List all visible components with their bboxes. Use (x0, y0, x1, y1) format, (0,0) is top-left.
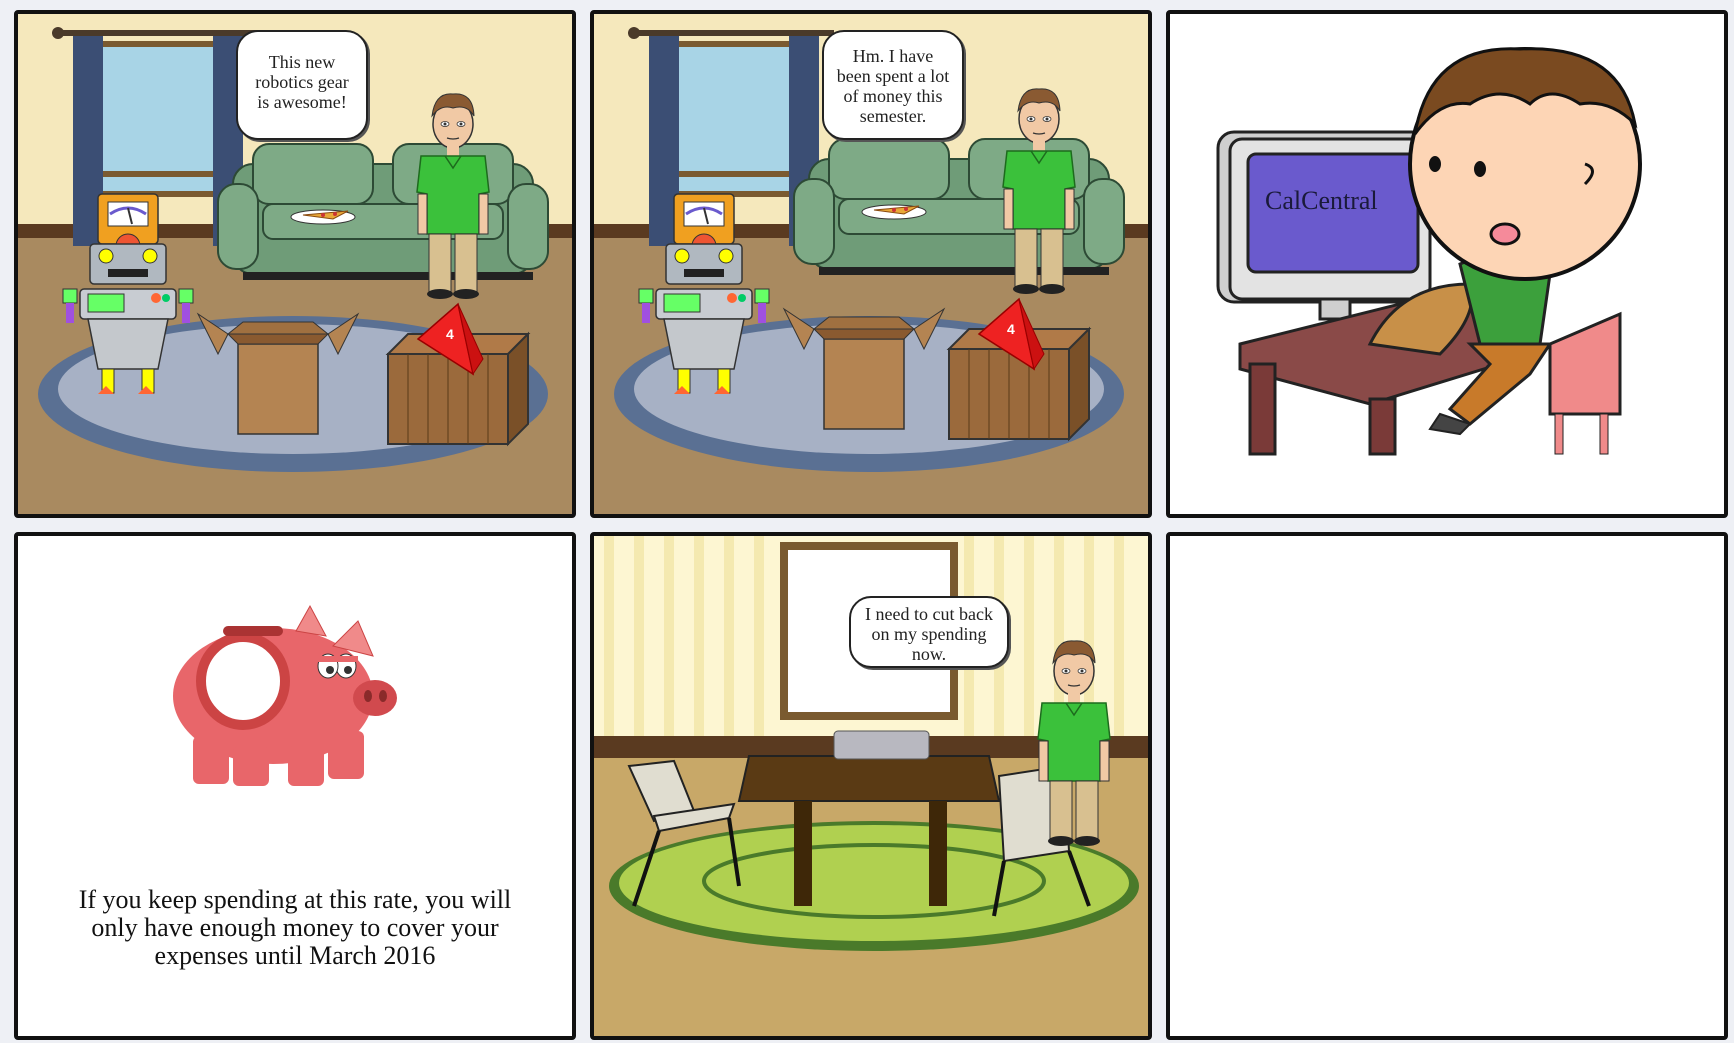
comic-panel-1: This new robotics gear is awesome! (14, 10, 576, 518)
comic-panel-4: If you keep spending at this rate, you w… (14, 532, 576, 1040)
narration-caption: If you keep spending at this rate, you w… (78, 885, 512, 970)
speech-bubble: This new robotics gear is awesome! (236, 30, 368, 140)
comic-panel-6-empty (1166, 532, 1728, 1040)
screen-text: CalCentral (1265, 186, 1378, 215)
speech-bubble: Hm. I have been spent a lot of money thi… (822, 30, 964, 140)
speech-bubble: I need to cut back on my spending now. (849, 596, 1009, 668)
computer-scene: CalCentral (1170, 14, 1724, 514)
comic-panel-5: I need to cut back on my spending now. (590, 532, 1152, 1040)
comic-panel-2: Hm. I have been spent a lot of money thi… (590, 10, 1152, 518)
comic-panel-3: CalCentral (1166, 10, 1728, 518)
